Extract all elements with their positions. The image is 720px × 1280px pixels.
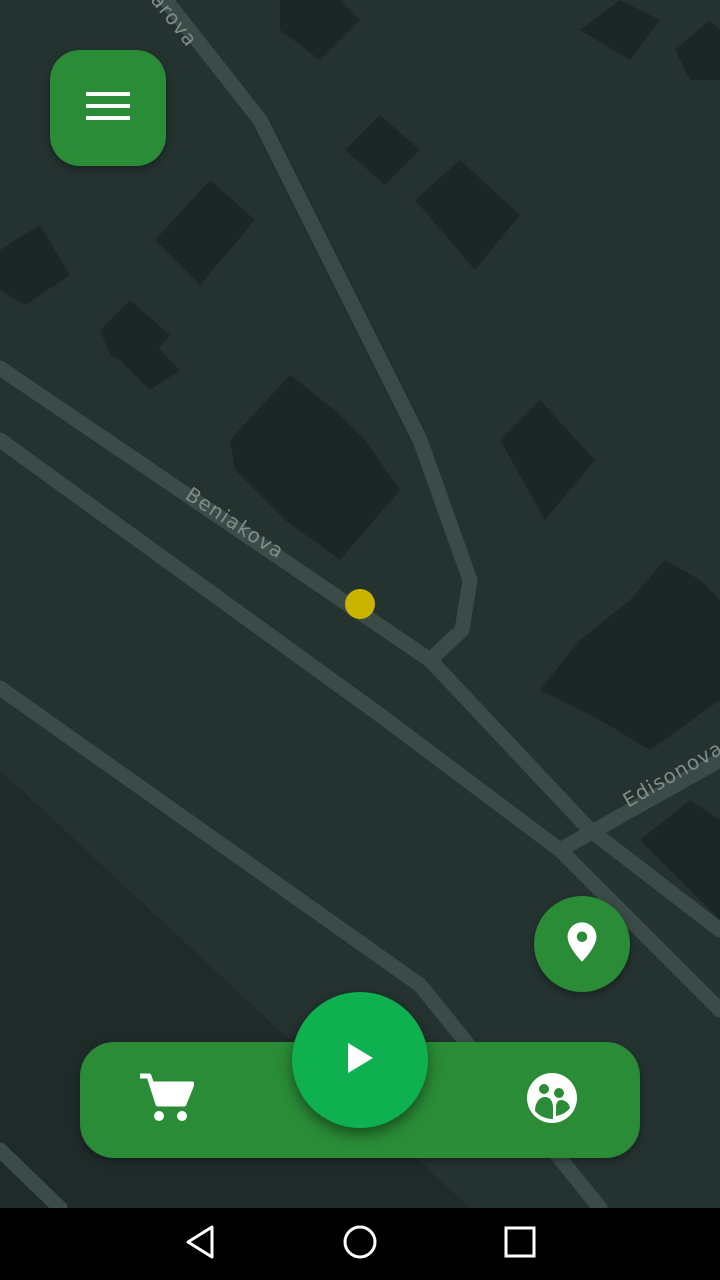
my-location-button[interactable] — [534, 896, 630, 992]
play-button[interactable] — [292, 992, 428, 1128]
recents-button[interactable] — [500, 1224, 540, 1264]
shop-button[interactable] — [134, 1068, 198, 1132]
back-triangle-icon — [184, 1224, 216, 1264]
back-button[interactable] — [180, 1224, 220, 1264]
community-button[interactable] — [520, 1068, 584, 1132]
hamburger-menu-icon — [84, 88, 132, 128]
play-icon — [345, 1041, 375, 1079]
shopping-cart-icon — [138, 1072, 195, 1128]
home-button[interactable] — [340, 1224, 380, 1264]
menu-button[interactable] — [50, 50, 166, 166]
system-navigation-bar — [0, 1208, 720, 1280]
community-icon — [526, 1072, 578, 1128]
map-pin-icon — [566, 921, 598, 967]
user-location-marker — [345, 589, 375, 619]
home-circle-icon — [342, 1224, 378, 1264]
recents-square-icon — [503, 1225, 537, 1263]
